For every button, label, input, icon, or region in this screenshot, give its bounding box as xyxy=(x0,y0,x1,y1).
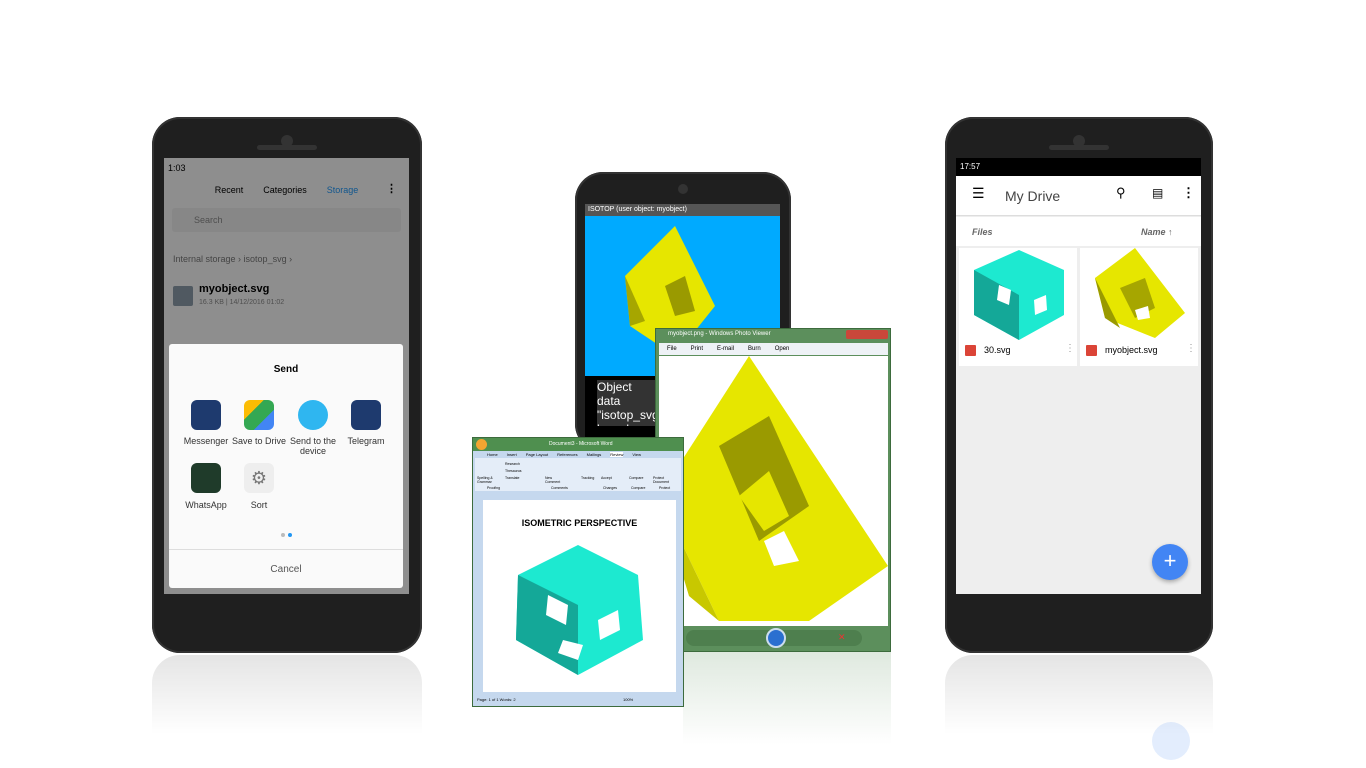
window-controls[interactable] xyxy=(846,330,888,339)
spelling-button[interactable]: Spelling & Grammar xyxy=(477,476,497,484)
app-label: Telegram xyxy=(347,436,385,446)
group-label: Changes xyxy=(603,486,618,490)
app-label: Send to the device xyxy=(289,436,337,456)
tab-insert[interactable]: Insert xyxy=(507,452,517,457)
file-name: myobject.svg xyxy=(1105,345,1158,355)
tab-home[interactable]: Home xyxy=(487,452,498,457)
message-text: Object data "isotop_svg have been xyxy=(597,380,657,426)
tracking-button[interactable]: Tracking xyxy=(581,476,594,480)
file-card[interactable]: myobject.svg ⋮ xyxy=(1080,248,1198,366)
viewer-reflection xyxy=(683,652,891,768)
more-icon[interactable]: ⋮ xyxy=(1182,185,1195,201)
left-phone-reflection xyxy=(152,655,422,768)
cyan-object-thumbnail xyxy=(974,250,1064,340)
files-header: Files Name ↑ xyxy=(956,217,1201,246)
menu-burn[interactable]: Burn xyxy=(748,346,761,352)
sort-by-name[interactable]: Name ↑ xyxy=(1141,227,1173,237)
menu-bar: File Print E-mail Burn Open xyxy=(659,343,888,355)
group-label: Proofing xyxy=(487,486,501,490)
status-bar: 17:57 xyxy=(956,158,1201,176)
menu-file[interactable]: File xyxy=(667,346,677,352)
word-window: Document3 - Microsoft Word Home Insert Pag… xyxy=(472,437,684,707)
send-dialog: Send Messenger Save to Drive Send to the… xyxy=(169,344,403,588)
menu-print[interactable]: Print xyxy=(691,346,703,352)
menu-icon[interactable]: ☰ xyxy=(972,185,985,202)
app-label: Save to Drive xyxy=(231,436,287,446)
protect-button[interactable]: Protect Document xyxy=(653,476,675,484)
telegram-icon[interactable] xyxy=(351,400,381,430)
group-label: Protect xyxy=(659,486,671,490)
photo-viewer-window: myobject.png - Windows Photo Viewer File… xyxy=(655,328,891,652)
tab-mailings[interactable]: Mailings xyxy=(587,452,602,457)
more-icon[interactable]: ⋮ xyxy=(1065,343,1075,354)
yellow-object-image xyxy=(659,356,888,621)
page-title: My Drive xyxy=(1005,188,1061,204)
right-phone: 17:57 ☰ My Drive ⚲ ▤ ⋮ Files Name ↑ 30.s… xyxy=(945,117,1213,653)
status-bar: Page: 1 of 1 Words: 2 100% xyxy=(473,694,683,706)
document-page: ISOMETRIC PERSPECTIVE xyxy=(483,500,676,692)
app-label: Sort xyxy=(250,500,268,510)
slideshow-button[interactable] xyxy=(766,628,786,648)
playback-toolbar: ✕ xyxy=(686,628,862,648)
drive-screen: 17:57 ☰ My Drive ⚲ ▤ ⋮ Files Name ↑ 30.s… xyxy=(956,158,1201,594)
translate-button[interactable]: Translate xyxy=(505,476,519,480)
yellow-object-thumbnail xyxy=(1095,248,1185,338)
window-title: Document3 - Microsoft Word xyxy=(549,441,613,447)
left-phone: 1:03 Recent Categories Storage ⋮ Search … xyxy=(152,117,422,653)
whatsapp-icon[interactable] xyxy=(191,463,221,493)
image-file-icon xyxy=(1086,345,1097,356)
status-time: 17:57 xyxy=(960,162,981,171)
group-label: Comments xyxy=(551,486,568,490)
delete-icon[interactable]: ✕ xyxy=(838,632,846,643)
app-label: WhatsApp xyxy=(185,500,227,510)
tab-review[interactable]: Review xyxy=(610,452,624,457)
cyan-object-image xyxy=(516,545,643,675)
list-view-icon[interactable]: ▤ xyxy=(1152,186,1163,200)
more-icon[interactable]: ⋮ xyxy=(1186,343,1196,354)
tab-references[interactable]: References xyxy=(557,452,577,457)
app-label: Messenger xyxy=(183,436,229,446)
research-button[interactable]: Research xyxy=(505,462,520,466)
file-manager-screen: 1:03 Recent Categories Storage ⋮ Search … xyxy=(164,158,409,594)
menu-email[interactable]: E-mail xyxy=(717,346,734,352)
files-label: Files xyxy=(972,227,993,237)
fab-reflection xyxy=(1152,722,1190,760)
drive-icon[interactable] xyxy=(244,400,274,430)
add-fab-button[interactable]: + xyxy=(1152,544,1188,580)
image-canvas xyxy=(659,356,888,626)
document-heading[interactable]: ISOMETRIC PERSPECTIVE xyxy=(483,518,676,528)
group-label: Compare xyxy=(631,486,646,490)
tab-page-layout[interactable]: Page Layout xyxy=(526,452,548,457)
tab-view[interactable]: View xyxy=(632,452,641,457)
messenger-icon[interactable] xyxy=(191,400,221,430)
title-bar: Document3 - Microsoft Word xyxy=(473,438,683,451)
ribbon-tabs: Home Insert Page Layout References Mailings R… xyxy=(473,451,683,458)
dialog-title: Send xyxy=(273,364,299,375)
send-to-device-icon[interactable] xyxy=(298,400,328,430)
file-card[interactable]: 30.svg ⋮ xyxy=(959,248,1077,366)
ribbon: Spelling & Grammar Research Thesaurus Tr… xyxy=(475,458,681,491)
zoom-level: 100% xyxy=(623,697,634,702)
thesaurus-button[interactable]: Thesaurus xyxy=(505,469,522,473)
accept-button[interactable]: Accept xyxy=(601,476,612,480)
search-icon[interactable]: ⚲ xyxy=(1116,185,1126,201)
compare-button[interactable]: Compare xyxy=(629,476,643,480)
menu-open[interactable]: Open xyxy=(775,346,790,352)
gear-icon[interactable]: ⚙ xyxy=(244,463,274,493)
image-file-icon xyxy=(965,345,976,356)
cancel-button[interactable]: Cancel xyxy=(169,549,403,588)
file-name: 30.svg xyxy=(984,345,1011,355)
window-title: myobject.png - Windows Photo Viewer xyxy=(668,331,771,337)
office-button[interactable] xyxy=(476,439,487,450)
app-title: ISOTOP (user object: myobject) xyxy=(585,204,780,216)
new-comment-button[interactable]: New Comment xyxy=(545,476,561,484)
app-bar: ☰ My Drive ⚲ ▤ ⋮ xyxy=(956,176,1201,216)
